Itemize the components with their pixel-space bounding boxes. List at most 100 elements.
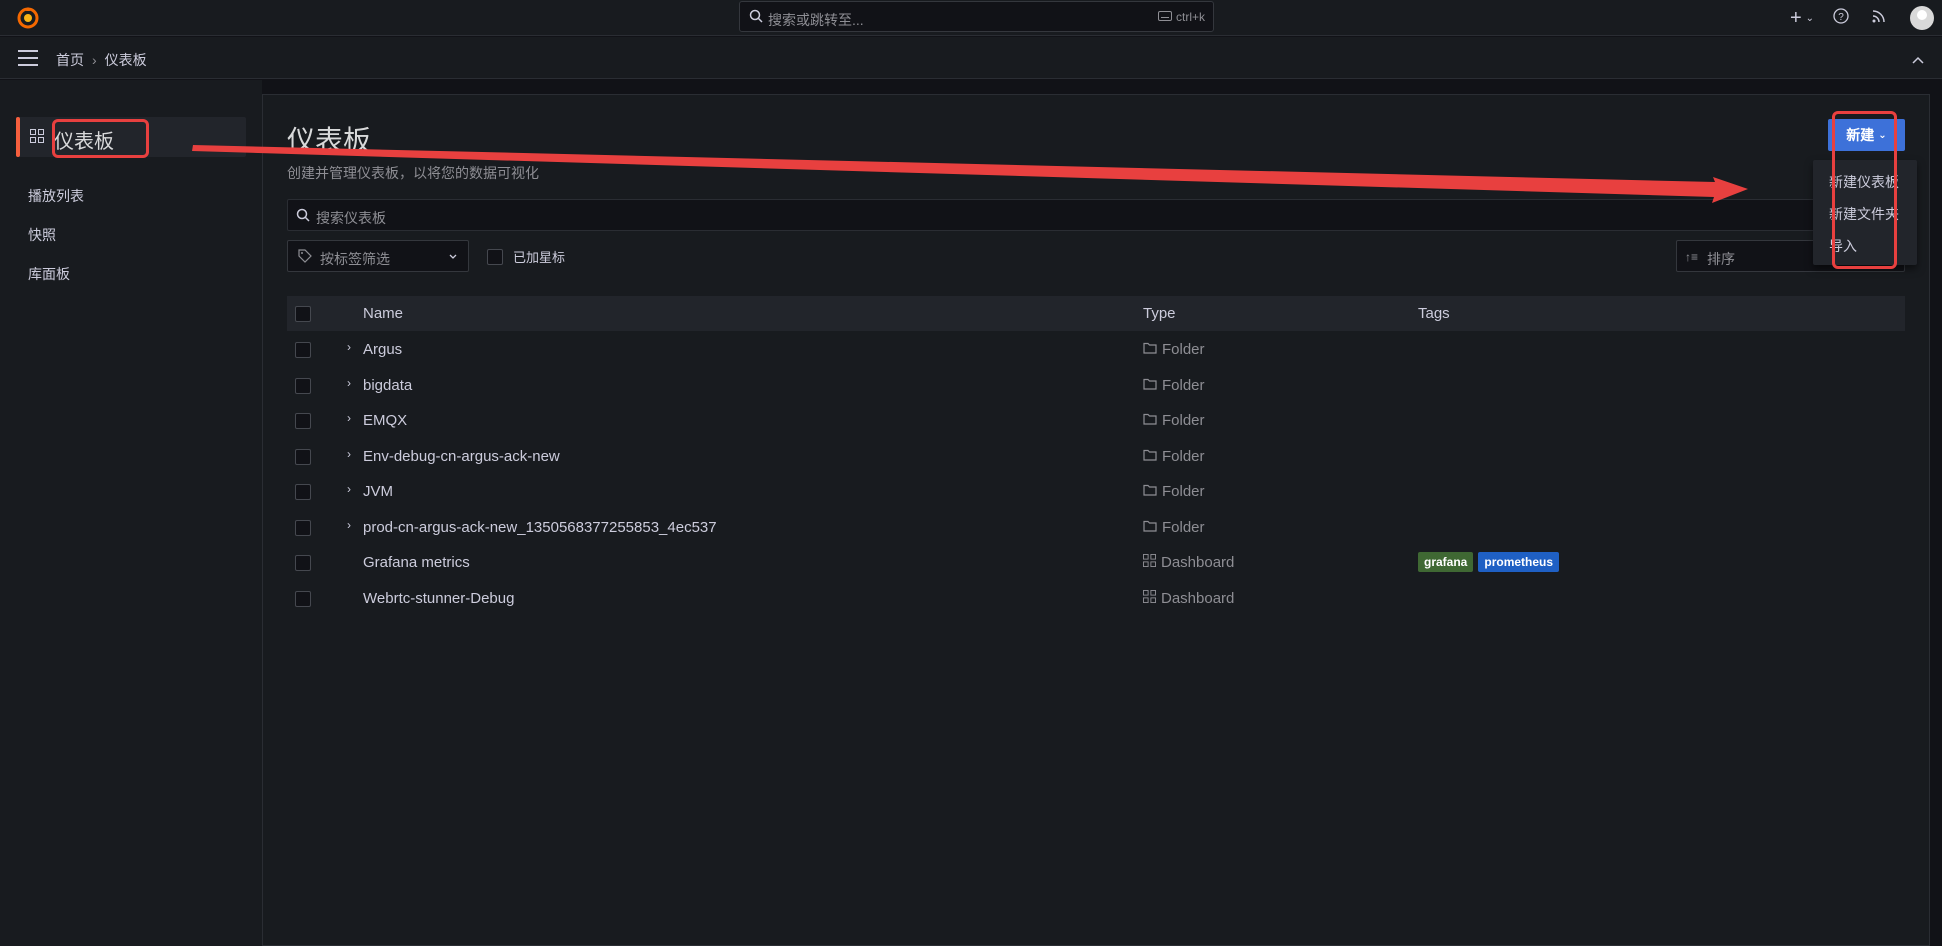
chevron-down-icon xyxy=(448,249,458,267)
row-type: Dashboard xyxy=(1143,554,1234,571)
row-checkbox[interactable] xyxy=(295,342,311,358)
row-name[interactable]: bigdata xyxy=(363,377,412,394)
shortcut-text: ctrl+k xyxy=(1175,10,1205,24)
chevron-right-icon[interactable]: › xyxy=(347,482,351,496)
column-header-tags: Tags xyxy=(1418,305,1450,322)
row-type-label: Dashboard xyxy=(1161,554,1235,571)
starred-filter[interactable]: 已加星标 xyxy=(487,247,565,266)
folder-icon xyxy=(1143,519,1157,536)
sort-icon: ↑≡ xyxy=(1685,250,1699,264)
row-type: Folder xyxy=(1143,412,1205,429)
row-type-label: Folder xyxy=(1162,483,1205,500)
search-icon xyxy=(749,9,763,28)
folder-icon xyxy=(1143,412,1157,429)
chevron-right-icon[interactable]: › xyxy=(347,447,351,461)
row-name[interactable]: EMQX xyxy=(363,412,407,429)
tag-filter-select[interactable]: 按标签筛选 xyxy=(287,240,469,272)
breadcrumb: 首页 › 仪表板 xyxy=(56,50,147,70)
keyboard-icon xyxy=(1157,10,1172,24)
help-icon: ? xyxy=(1833,7,1849,29)
folder-icon xyxy=(1143,377,1157,394)
row-name[interactable]: Webrtc-stunner-Debug xyxy=(363,590,514,607)
menu-icon[interactable] xyxy=(18,50,38,66)
table-row[interactable]: › EMQX Folder xyxy=(287,403,1905,438)
grafana-logo-icon[interactable] xyxy=(16,6,40,30)
table-row[interactable]: › Env-debug-cn-argus-ack-new Folder xyxy=(287,439,1905,474)
dashboard-icon xyxy=(1143,589,1156,607)
row-type-label: Folder xyxy=(1162,518,1205,536)
svg-text:?: ? xyxy=(1838,12,1844,23)
row-name[interactable]: Env-debug-cn-argus-ack-new xyxy=(363,448,560,465)
row-type: Dashboard xyxy=(1143,589,1235,607)
page-title: 仪表板 xyxy=(287,125,372,156)
row-type: Folder xyxy=(1143,377,1205,394)
chevron-right-icon[interactable]: › xyxy=(347,518,351,532)
row-name[interactable]: prod-cn-argus-ack-new_1350568377255853_4… xyxy=(363,519,717,536)
breadcrumb-separator: › xyxy=(92,52,97,68)
chevron-right-icon[interactable]: › xyxy=(347,411,351,425)
breadcrumb-bar: 首页 › 仪表板 xyxy=(0,37,1942,79)
row-type: Folder xyxy=(1143,448,1205,465)
tag-filter-placeholder: 按标签筛选 xyxy=(320,251,390,267)
row-checkbox[interactable] xyxy=(295,377,311,394)
news-button[interactable] xyxy=(1860,9,1898,28)
table-header: Name Type Tags xyxy=(287,296,1905,331)
row-type-label: Dashboard xyxy=(1161,589,1235,607)
dashboard-search-placeholder: 搜索仪表板 xyxy=(316,210,386,226)
table-row[interactable]: › JVM Folder xyxy=(287,474,1905,509)
breadcrumb-home[interactable]: 首页 xyxy=(56,50,84,70)
starred-checkbox[interactable] xyxy=(487,248,503,265)
active-indicator xyxy=(16,117,20,157)
table-row[interactable]: Webrtc-stunner-Debug Dashboard xyxy=(287,581,1905,616)
chevron-up-icon xyxy=(1912,56,1924,64)
row-type-label: Folder xyxy=(1162,341,1205,358)
select-all-checkbox[interactable] xyxy=(295,306,311,322)
tag-icon xyxy=(298,249,312,268)
table-row[interactable]: Grafana metrics Dashboard grafana prometheu… xyxy=(287,545,1905,580)
chevron-right-icon[interactable]: › xyxy=(347,340,351,354)
row-checkbox[interactable] xyxy=(295,519,311,536)
column-header-name[interactable]: Name xyxy=(363,305,403,322)
folder-icon xyxy=(1143,448,1157,465)
starred-label: 已加星标 xyxy=(513,250,566,265)
tag-badge[interactable]: prometheus xyxy=(1478,552,1560,572)
row-name[interactable]: Argus xyxy=(363,341,402,358)
chevron-right-icon[interactable]: › xyxy=(347,376,351,390)
folder-icon xyxy=(1143,341,1157,358)
row-name[interactable]: Grafana metrics xyxy=(363,554,470,571)
help-button[interactable]: ? xyxy=(1822,7,1860,29)
dashboard-icon xyxy=(1143,554,1156,571)
page-subtitle: 创建并管理仪表板，以将您的数据可视化 xyxy=(287,165,539,181)
sort-placeholder: 排序 xyxy=(1707,251,1735,267)
section-sidebar xyxy=(0,80,262,946)
annotation-highlight-box xyxy=(1832,111,1897,269)
add-new-button[interactable]: + ⌄ xyxy=(1782,7,1822,30)
global-search-input[interactable]: 搜索或跳转至... ctrl+k xyxy=(739,1,1214,32)
table-row[interactable]: › prod-cn-argus-ack-new_1350568377255853_… xyxy=(287,510,1905,545)
shortcut-hint: ctrl+k xyxy=(1157,10,1205,24)
search-icon xyxy=(296,208,310,227)
collapse-header-button[interactable] xyxy=(1912,51,1924,69)
row-checkbox[interactable] xyxy=(295,448,311,465)
row-checkbox[interactable] xyxy=(295,484,311,500)
row-checkbox[interactable] xyxy=(295,413,311,429)
row-type-label: Folder xyxy=(1162,376,1205,394)
topbar-actions: + ⌄ ? xyxy=(1782,0,1942,36)
sidebar-item-library-panels[interactable]: 库面板 xyxy=(28,264,70,284)
row-checkbox[interactable] xyxy=(295,555,311,571)
row-type-label: Folder xyxy=(1162,412,1205,429)
dashboard-search-input[interactable]: 搜索仪表板 xyxy=(287,199,1905,231)
row-name[interactable]: JVM xyxy=(363,483,393,500)
user-avatar[interactable] xyxy=(1910,6,1934,30)
column-header-type: Type xyxy=(1143,305,1176,322)
table-row[interactable]: › bigdata Folder xyxy=(287,368,1905,403)
global-search-placeholder: 搜索或跳转至... xyxy=(768,12,864,28)
row-type: Folder xyxy=(1143,341,1205,358)
row-type-label: Folder xyxy=(1162,447,1205,465)
row-checkbox[interactable] xyxy=(295,590,311,607)
chevron-down-icon: ⌄ xyxy=(1805,12,1815,24)
tag-badge[interactable]: grafana xyxy=(1418,552,1474,572)
table-row[interactable]: › Argus Folder xyxy=(287,332,1905,367)
sidebar-item-snapshots[interactable]: 快照 xyxy=(28,225,56,245)
sidebar-item-playlists[interactable]: 播放列表 xyxy=(28,186,84,206)
